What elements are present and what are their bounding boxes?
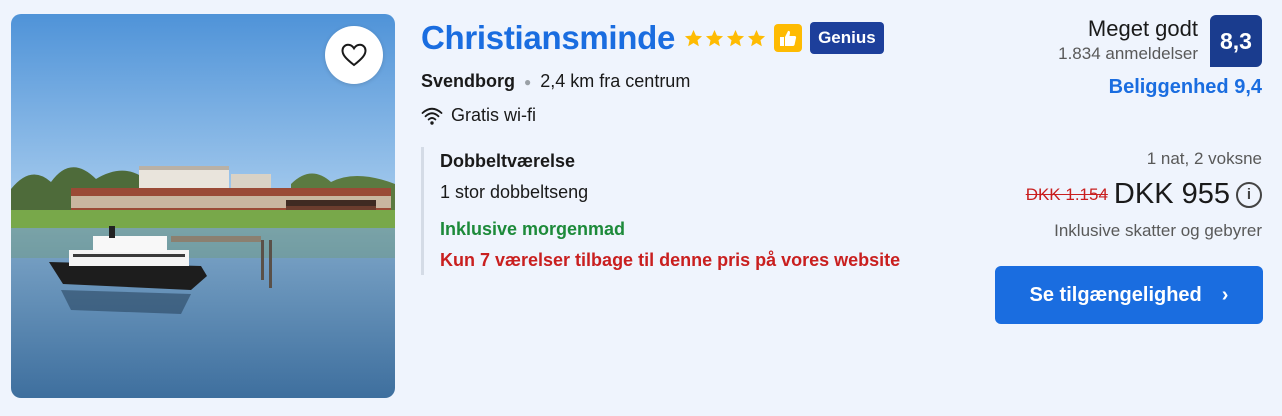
review-word: Meget godt xyxy=(1087,16,1198,41)
chevron-right-icon: › xyxy=(1221,283,1229,306)
tax-note: Inklusive skatter og gebyrer xyxy=(1054,221,1262,240)
review-count: 1.834 anmeldelser xyxy=(1058,44,1198,63)
star-icon xyxy=(727,29,745,46)
star-icon xyxy=(748,29,766,46)
see-availability-button[interactable]: Se tilgængelighed › xyxy=(995,266,1263,324)
favorite-button[interactable] xyxy=(325,26,383,84)
original-price: DKK 1.154 xyxy=(1025,184,1108,204)
price-row: DKK 1.154 DKK 955 i xyxy=(1026,178,1262,211)
scarcity-message: Kun 7 værelser tilbage til denne pris på… xyxy=(440,250,901,270)
amenity-label: Gratis wi-fi xyxy=(451,105,536,125)
location-score[interactable]: Beliggenhed 9,4 xyxy=(1109,76,1262,99)
star-icon xyxy=(685,29,703,46)
current-price: DKK 955 xyxy=(1113,178,1230,210)
location-row: Svendborg ● 2,4 km fra centrum xyxy=(421,71,690,92)
star-icon xyxy=(706,29,724,46)
amenity-row: Gratis wi-fi xyxy=(421,105,536,126)
review-score-badge: 8,3 xyxy=(1210,15,1262,67)
breakfast-label: Inklusive morgenmad xyxy=(440,219,626,239)
city-link[interactable]: Svendborg xyxy=(421,71,515,92)
wifi-icon xyxy=(421,107,443,125)
genius-badge: Genius xyxy=(810,22,884,54)
room-details: Dobbeltværelse 1 stor dobbeltseng Inklus… xyxy=(421,147,900,275)
review-block[interactable]: Meget godt 1.834 anmeldelser 8,3 xyxy=(1058,15,1262,67)
title-row: Christiansminde Genius xyxy=(421,18,884,58)
occupancy-text: 1 nat, 2 voksne xyxy=(1146,149,1262,168)
thumbs-up-icon xyxy=(774,24,803,52)
star-rating xyxy=(684,29,766,48)
separator-dot: ● xyxy=(524,74,532,89)
distance-text: 2,4 km fra centrum xyxy=(540,71,691,91)
room-name: Dobbeltværelse xyxy=(440,151,576,171)
hotel-name-link[interactable]: Christiansminde xyxy=(421,19,675,57)
heart-icon xyxy=(341,43,367,67)
info-icon[interactable]: i xyxy=(1236,181,1262,208)
see-availability-label: Se tilgængelighed xyxy=(1029,283,1202,306)
bed-type: 1 stor dobbeltseng xyxy=(440,182,589,202)
